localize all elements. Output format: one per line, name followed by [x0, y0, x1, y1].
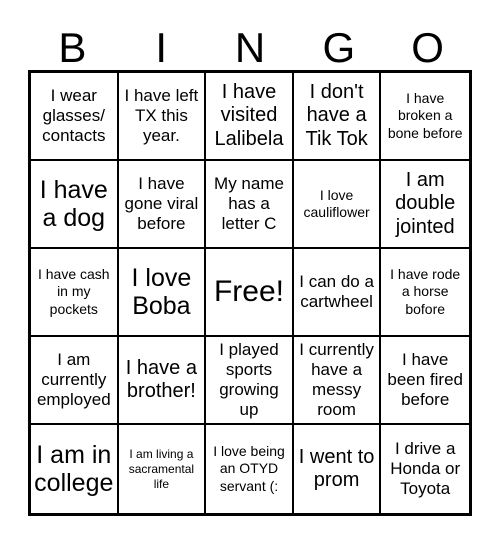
bingo-cell[interactable]: I love being an OTYD servant (:	[206, 425, 294, 513]
bingo-cell-label: I went to prom	[298, 445, 375, 491]
bingo-cell-label: I love being an OTYD servant (:	[213, 443, 285, 494]
bingo-cell-label: Free!	[213, 274, 284, 308]
bingo-cell[interactable]: I am living a sacramental life	[118, 425, 207, 513]
bingo-cell[interactable]: I have gone viral before	[118, 161, 207, 249]
bingo-cell-label: I love Boba	[131, 263, 192, 321]
bingo-cell-label: I currently have a messy room	[299, 339, 374, 420]
bingo-cell-label: I am currently employed	[36, 349, 111, 410]
bingo-cell[interactable]: I have broken a bone before	[381, 73, 469, 161]
bingo-cell[interactable]: I have visited Lalibela	[206, 73, 294, 161]
bingo-cell[interactable]: I can do a cartwheel	[293, 249, 382, 337]
bingo-card: B I N G O I wear glasses/ contacts I have…	[28, 14, 472, 516]
bingo-cell[interactable]: I am double jointed	[381, 161, 469, 249]
bingo-cell-label: I drive a Honda or Toyota	[390, 438, 461, 499]
bingo-cell-label: I played sports growing up	[219, 339, 279, 420]
header-letter-i: I	[155, 24, 168, 71]
bingo-cell[interactable]: I played sports growing up	[206, 337, 294, 425]
bingo-cell-label: I have a dog	[39, 175, 108, 233]
bingo-cell-label: I have been fired before	[387, 349, 463, 410]
bingo-header: B I N G O	[28, 14, 472, 70]
bingo-grid: I wear glasses/ contacts I have left TX t…	[28, 70, 472, 516]
bingo-cell[interactable]: I have rode a horse bofore	[381, 249, 469, 337]
bingo-cell-label: My name has a letter C	[214, 173, 284, 234]
bingo-cell[interactable]: I have left TX this year.	[118, 73, 207, 161]
bingo-cell-label: I don't have a Tik Tok	[305, 81, 368, 150]
bingo-cell-label: I have left TX this year.	[124, 85, 199, 146]
bingo-cell[interactable]: I drive a Honda or Toyota	[381, 425, 469, 513]
bingo-cell[interactable]: I have been fired before	[381, 337, 469, 425]
bingo-cell-label: I am double jointed	[395, 169, 456, 238]
header-letter-b: B	[58, 24, 87, 71]
bingo-cell-label: I have cash in my pockets	[37, 266, 110, 317]
bingo-cell[interactable]: I have a brother!	[118, 337, 207, 425]
bingo-cell[interactable]: I wear glasses/ contacts	[31, 73, 119, 161]
bingo-cell[interactable]: I love cauliflower	[293, 161, 382, 249]
bingo-cell[interactable]: I don't have a Tik Tok	[293, 73, 382, 161]
bingo-cell[interactable]: I am currently employed	[31, 337, 119, 425]
bingo-cell[interactable]: I currently have a messy room	[293, 337, 382, 425]
bingo-cell[interactable]: I love Boba	[118, 249, 207, 337]
bingo-cell[interactable]: I went to prom	[293, 425, 382, 513]
header-letter-g: G	[322, 24, 356, 71]
bingo-cell-label: I have visited Lalibela	[214, 81, 284, 150]
header-letter-o: O	[411, 24, 444, 71]
bingo-cell[interactable]: I have a dog	[31, 161, 119, 249]
bingo-cell[interactable]: My name has a letter C	[206, 161, 294, 249]
bingo-cell[interactable]: I have cash in my pockets	[31, 249, 119, 337]
bingo-cell-label: I love cauliflower	[303, 186, 370, 220]
bingo-cell-label: I am living a sacramental life	[128, 446, 195, 491]
bingo-cell[interactable]: I am in college	[31, 425, 119, 513]
bingo-cell-label: I have rode a horse bofore	[390, 266, 461, 317]
bingo-cell-label: I have broken a bone before	[387, 90, 463, 141]
bingo-cell-label: I have gone viral before	[124, 173, 199, 234]
bingo-cell-label: I wear glasses/ contacts	[42, 85, 106, 146]
header-letter-n: N	[234, 24, 266, 71]
bingo-cell-free[interactable]: Free!	[206, 249, 294, 337]
bingo-cell-label: I am in college	[34, 440, 114, 498]
bingo-cell-label: I can do a cartwheel	[299, 271, 374, 311]
bingo-cell-label: I have a brother!	[125, 356, 197, 402]
